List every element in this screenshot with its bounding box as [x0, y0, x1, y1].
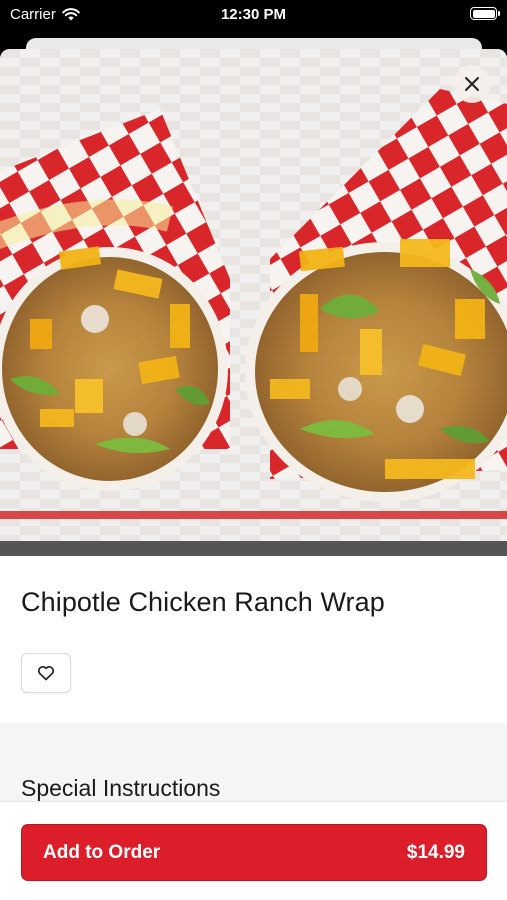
special-instructions-heading: Special Instructions — [21, 775, 221, 801]
close-button[interactable] — [453, 65, 491, 103]
heart-icon — [37, 666, 55, 681]
status-bar: Carrier 12:30 PM — [0, 0, 507, 32]
close-icon — [465, 77, 479, 91]
favorite-button[interactable] — [21, 653, 71, 693]
item-photo — [0, 49, 507, 556]
add-to-order-label: Add to Order — [43, 841, 161, 863]
battery-icon — [470, 7, 500, 20]
item-detail-sheet: Chipotle Chicken Ranch Wrap Special Inst… — [0, 49, 507, 900]
status-time: 12:30 PM — [220, 6, 287, 23]
bottom-action-bar: Add to Order $14.99 — [0, 801, 507, 900]
item-title: Chipotle Chicken Ranch Wrap — [21, 587, 385, 617]
add-to-order-button[interactable]: Add to Order $14.99 — [21, 824, 487, 881]
item-price: $14.99 — [406, 841, 465, 863]
